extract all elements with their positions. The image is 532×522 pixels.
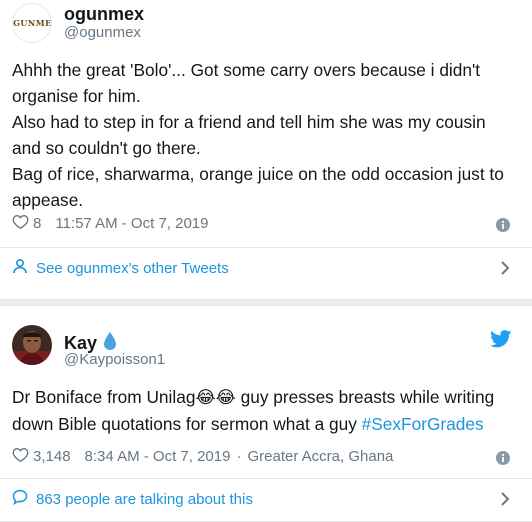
timestamp[interactable]: 11:57 AM - Oct 7, 2019	[55, 215, 208, 232]
tweet-text-line: and so couldn't go there.	[12, 138, 201, 158]
divider	[0, 478, 532, 479]
twitter-bird-icon[interactable]	[490, 330, 512, 353]
tweet-text: Dr Boniface from Unilag😂😂 guy presses br…	[12, 384, 520, 437]
like-count: 8	[33, 215, 42, 232]
divider	[0, 247, 532, 248]
tweet-meta: 8 11:57 AM - Oct 7, 2019	[12, 214, 209, 233]
meta-separator: ·	[236, 448, 242, 465]
avatar-kay[interactable]	[12, 325, 52, 365]
avatar-logo-text: OGUNMEX	[13, 18, 52, 28]
info-icon[interactable]	[496, 451, 510, 465]
chevron-right-icon[interactable]	[500, 260, 510, 281]
conversation-link[interactable]: 863 people are talking about this	[12, 484, 520, 514]
tweet-text-line: Ahhh the great 'Bolo'... Got some carry …	[12, 60, 481, 80]
comment-icon	[12, 489, 28, 509]
tweet-card-kay: Kay @Kaypoisson1 Dr Boniface from Unilag…	[0, 305, 532, 522]
heart-icon[interactable]	[12, 447, 29, 466]
tweet-text-line: down Bible quotations for sermon what a …	[12, 411, 520, 437]
see-other-tweets-link[interactable]: See ogunmex's other Tweets	[12, 253, 520, 283]
like-count: 3,148	[33, 448, 71, 465]
tweet-text-line: Also had to step in for a friend and tel…	[12, 112, 486, 132]
handle[interactable]: @Kaypoisson1	[64, 351, 165, 368]
tweet-text-line: Dr Boniface from Unilag😂😂 guy presses br…	[12, 384, 520, 411]
laughing-emoji: 😂😂	[195, 388, 236, 408]
tweet-text-line: organise for him.	[12, 86, 141, 106]
heart-icon[interactable]	[12, 214, 29, 233]
chevron-right-icon[interactable]	[500, 491, 510, 512]
handle[interactable]: @ogunmex	[64, 24, 141, 41]
hashtag-link[interactable]: #SexForGrades	[362, 414, 484, 434]
see-other-tweets-label: See ogunmex's other Tweets	[36, 259, 229, 277]
location[interactable]: Greater Accra, Ghana	[247, 448, 393, 465]
info-icon[interactable]	[496, 218, 510, 232]
tweet-meta: 3,148 8:34 AM - Oct 7, 2019 · Greater Ac…	[12, 447, 393, 466]
tweet-text-line: Bag of rice, sharwarma, orange juice on …	[12, 164, 504, 184]
tweet-text-segment: down Bible quotations for sermon what a …	[12, 414, 362, 434]
tweet-text-line: appease.	[12, 190, 84, 210]
avatar-ogunmex[interactable]: OGUNMEX	[12, 3, 52, 43]
timestamp[interactable]: 8:34 AM - Oct 7, 2019	[85, 448, 231, 465]
conversation-label: 863 people are talking about this	[36, 490, 253, 508]
person-icon	[12, 258, 28, 278]
display-name[interactable]: ogunmex	[64, 4, 144, 25]
tweet-text-segment: Dr Boniface from Unilag	[12, 387, 196, 407]
tweet-text: Ahhh the great 'Bolo'... Got some carry …	[12, 57, 520, 213]
tweet-text-segment: guy presses breasts while writing	[235, 387, 495, 407]
tweet-card-ogunmex: OGUNMEX ogunmex @ogunmex Ahhh the great …	[0, 0, 532, 300]
